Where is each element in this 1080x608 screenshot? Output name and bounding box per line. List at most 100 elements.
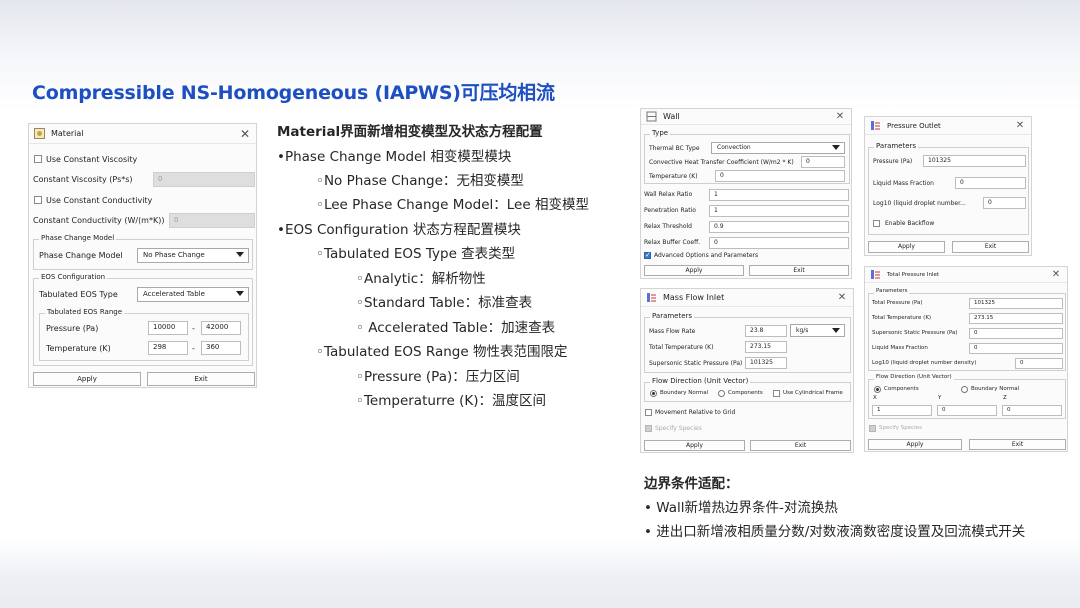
relax-buffer-field[interactable]: 0 — [709, 237, 849, 249]
relax-threshold-field[interactable]: 0.9 — [709, 221, 849, 233]
tp-apply-button[interactable]: Apply — [868, 439, 962, 450]
close-icon[interactable]: ✕ — [834, 292, 850, 303]
mf-rate-label: Mass Flow Rate — [649, 328, 696, 335]
mf-rate-field[interactable]: 23.8 — [745, 325, 787, 337]
htc-label: Convective Heat Transfer Coefficient (W/… — [649, 159, 794, 166]
po-log10-field[interactable]: 0 — [983, 197, 1026, 209]
wall-apply-button[interactable]: Apply — [644, 265, 744, 276]
eos-type-select[interactable]: Accelerated Table — [137, 287, 249, 302]
tp-x-field[interactable]: 1 — [872, 405, 932, 416]
center-line-7: ◦Standard Table：标准查表 — [356, 295, 533, 311]
apply-button[interactable]: Apply — [33, 372, 141, 386]
mf-cylindrical-checkbox[interactable] — [773, 390, 780, 397]
pressure-min-field[interactable]: 10000 — [148, 321, 188, 335]
constant-viscosity-field[interactable]: 0 — [153, 172, 255, 187]
phase-change-group-title: Phase Change Model — [39, 234, 117, 242]
close-icon[interactable]: ✕ — [1012, 120, 1028, 131]
movement-relative-label: Movement Relative to Grid — [655, 409, 736, 416]
tp-y-field[interactable]: 0 — [937, 405, 997, 416]
po-pressure-field[interactable]: 101325 — [923, 155, 1026, 167]
mf-components-label: Components — [728, 390, 763, 396]
tp-flow-dir-group: Flow Direction (Unit Vector) Components … — [868, 374, 1066, 419]
bottom-bullet-2: • 进出口新增液相质量分数/对数液滴数密度设置及回流模式开关 — [644, 524, 1026, 540]
material-title: Material — [51, 129, 84, 138]
center-heading: Material界面新增相变模型及状态方程配置 — [277, 124, 543, 140]
pressure-outlet-app-icon — [870, 120, 881, 131]
close-icon[interactable]: ✕ — [832, 111, 848, 122]
po-params-group-title: Parameters — [874, 142, 919, 150]
mf-unit-select[interactable]: kg/s — [790, 324, 845, 337]
mf-apply-button[interactable]: Apply — [644, 440, 745, 451]
close-icon[interactable]: ✕ — [1048, 269, 1064, 280]
temperature-min-field[interactable]: 298 — [148, 341, 188, 355]
wall-temp-field[interactable]: 0 — [715, 170, 845, 182]
tp-components-radio[interactable] — [874, 386, 881, 393]
chevron-down-icon — [236, 252, 244, 257]
penetration-field[interactable]: 1 — [709, 205, 849, 217]
constant-conductivity-label: Constant Conductivity (W/(m*K)) — [33, 216, 165, 225]
material-dialog: Material ✕ Use Constant Viscosity Consta… — [28, 123, 257, 388]
tp-log10-field[interactable]: 0 — [1015, 358, 1063, 369]
tp-exit-button[interactable]: Exit — [969, 439, 1066, 450]
tp-z-field[interactable]: 0 — [1002, 405, 1062, 416]
temperature-max-field[interactable]: 360 — [201, 341, 241, 355]
center-line-8: ◦ Accelerated Table：加速查表 — [356, 320, 556, 336]
tp-x-label: X — [873, 395, 877, 401]
tp-total-t-field[interactable]: 273.15 — [969, 313, 1063, 324]
mf-flow-dir-group: Flow Direction (Unit Vector) Boundary No… — [644, 377, 851, 402]
mf-specify-species-label: Specify Species — [655, 425, 702, 432]
constant-conductivity-field[interactable]: 0 — [169, 213, 255, 228]
mf-boundary-normal-radio[interactable] — [650, 390, 657, 397]
center-line-11: ◦Temperaturre (K)：温度区间 — [356, 393, 546, 409]
range-group: Tabulated EOS Range Pressure (Pa) 10000 … — [39, 308, 249, 361]
phase-change-label: Phase Change Model — [39, 251, 123, 260]
po-pressure-label: Pressure (Pa) — [873, 158, 913, 165]
use-constant-viscosity-checkbox[interactable] — [34, 155, 42, 163]
po-liquid-frac-field[interactable]: 0 — [955, 177, 1026, 189]
po-apply-button[interactable]: Apply — [868, 241, 945, 253]
htc-field[interactable]: 0 — [801, 156, 845, 168]
wall-relax-field[interactable]: 1 — [709, 189, 849, 201]
bottom-bullet-1: • Wall新增热边界条件-对流换热 — [644, 500, 838, 516]
thermal-bc-label: Thermal BC Type — [649, 145, 700, 152]
tp-boundary-normal-radio[interactable] — [961, 386, 968, 393]
chevron-down-icon — [236, 291, 244, 296]
backflow-checkbox[interactable] — [873, 220, 880, 227]
eos-group: EOS Configuration Tabulated EOS Type Acc… — [33, 273, 253, 366]
phase-change-select[interactable]: No Phase Change — [137, 248, 249, 263]
tp-liquid-frac-field[interactable]: 0 — [969, 343, 1063, 354]
wall-exit-button[interactable]: Exit — [749, 265, 849, 276]
tp-specify-species-checkbox[interactable] — [869, 425, 876, 432]
wall-relax-label: Wall Relax Ratio — [644, 191, 693, 198]
mf-boundary-normal-label: Boundary Normal — [660, 390, 709, 396]
close-icon[interactable]: ✕ — [237, 127, 253, 141]
pressure-max-field[interactable]: 42000 — [201, 321, 241, 335]
center-line-3: ◦Lee Phase Change Model：Lee 相变模型 — [316, 197, 589, 213]
mf-static-p-field[interactable]: 101325 — [745, 357, 787, 369]
tp-static-p-field[interactable]: 0 — [969, 328, 1063, 339]
tp-components-label: Components — [884, 386, 919, 392]
advanced-options-checkbox[interactable] — [644, 251, 651, 259]
center-line-9: ◦Tabulated EOS Range 物性表范围限定 — [316, 344, 568, 360]
material-titlebar: Material ✕ — [29, 124, 256, 144]
tp-total-p-field[interactable]: 101325 — [969, 298, 1063, 309]
chevron-down-icon — [832, 145, 840, 150]
po-exit-button[interactable]: Exit — [952, 241, 1029, 253]
tp-static-p-label: Supersonic Static Pressure (Pa) — [872, 330, 958, 336]
pressure-outlet-title: Pressure Outlet — [887, 121, 941, 130]
tp-boundary-normal-label: Boundary Normal — [971, 386, 1020, 392]
tp-z-label: Z — [1003, 395, 1007, 401]
relax-threshold-label: Relax Threshold — [644, 223, 692, 230]
po-liquid-frac-label: Liquid Mass Fraction — [873, 180, 934, 187]
pressure-outlet-dialog: Pressure Outlet ✕ Parameters Pressure (P… — [864, 116, 1032, 256]
mf-exit-button[interactable]: Exit — [750, 440, 851, 451]
mf-specify-species-checkbox[interactable] — [645, 425, 652, 432]
use-constant-conductivity-checkbox[interactable] — [34, 196, 42, 204]
use-constant-viscosity-label: Use Constant Viscosity — [46, 155, 138, 164]
thermal-bc-select[interactable]: Convection — [711, 142, 845, 154]
exit-button[interactable]: Exit — [147, 372, 255, 386]
wall-titlebar: Wall ✕ — [641, 109, 851, 125]
movement-relative-checkbox[interactable] — [645, 409, 652, 416]
mf-components-radio[interactable] — [718, 390, 725, 397]
mf-total-temp-field[interactable]: 273.15 — [745, 341, 787, 353]
